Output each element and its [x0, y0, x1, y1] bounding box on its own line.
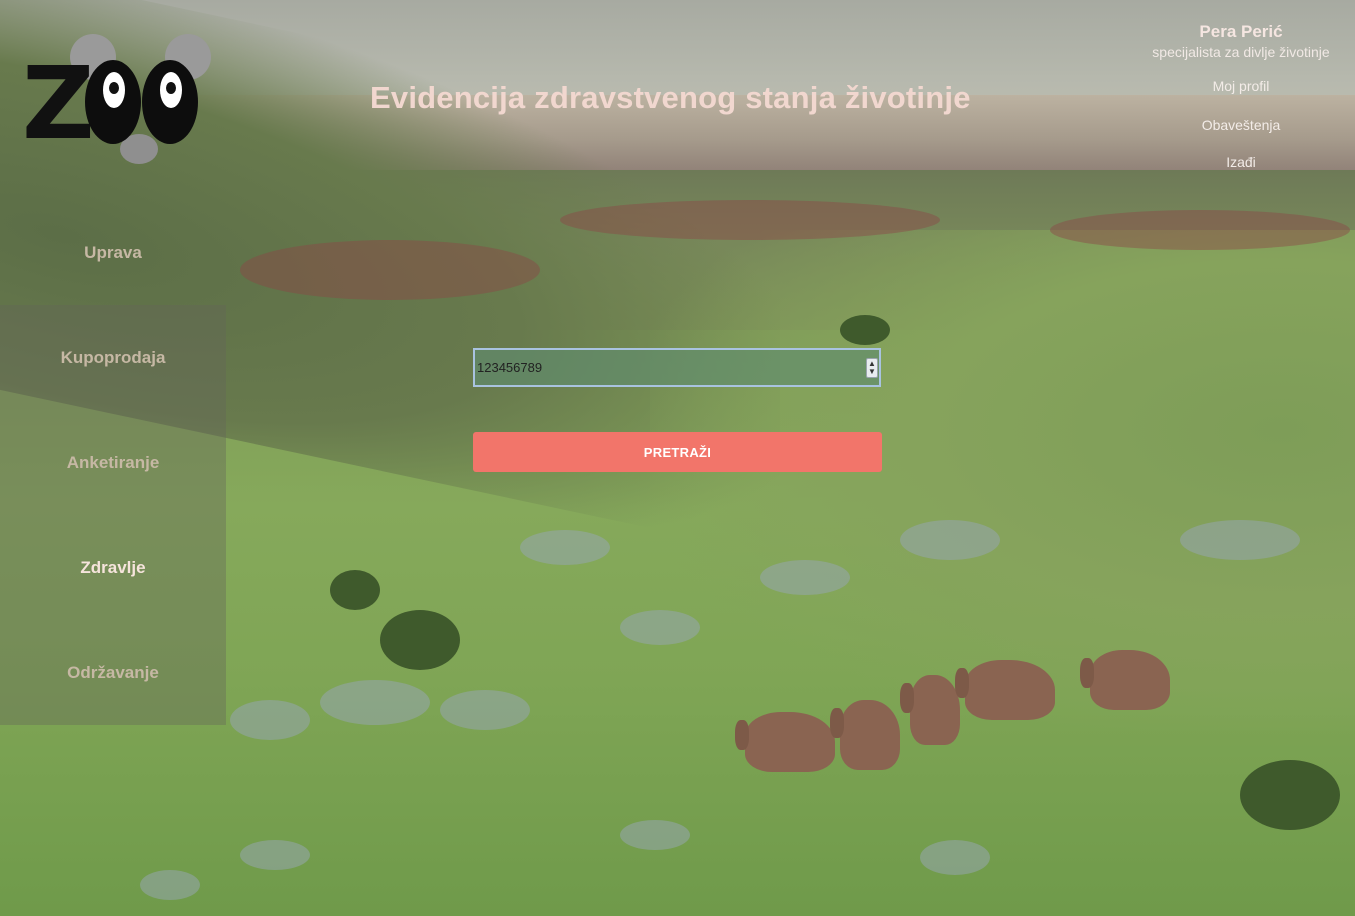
- zoo-logo[interactable]: Z: [22, 34, 222, 166]
- user-panel: Pera Perić specijalista za divlje životi…: [1130, 22, 1352, 170]
- sidebar-item-anketiranje[interactable]: Anketiranje: [0, 410, 226, 515]
- number-spinner-icon[interactable]: ▲ ▼: [866, 358, 878, 378]
- sidebar-item-odrzavanje[interactable]: Održavanje: [0, 620, 226, 725]
- logo-right-o: [142, 60, 198, 144]
- page-title: Evidencija zdravstvenog stanja životinje: [370, 80, 971, 115]
- user-name: Pera Perić: [1199, 22, 1283, 41]
- sidebar-item-uprava[interactable]: Uprava: [0, 200, 226, 305]
- user-role: specijalista za divlje životinje: [1152, 44, 1330, 60]
- sidebar-item-kupoprodaja[interactable]: Kupoprodaja: [0, 305, 226, 410]
- logo-left-o: [85, 60, 141, 144]
- search-button[interactable]: PRETRAŽI: [473, 432, 882, 472]
- sidebar-item-zdravlje[interactable]: Zdravlje: [0, 515, 226, 620]
- logout-link[interactable]: Izađi: [1130, 154, 1352, 170]
- my-profile-link[interactable]: Moj profil: [1130, 78, 1352, 94]
- sidebar-nav: Uprava Kupoprodaja Anketiranje Zdravlje …: [0, 200, 226, 726]
- spinner-down-icon[interactable]: ▼: [868, 368, 876, 376]
- animal-id-input[interactable]: [473, 348, 881, 387]
- logo-letter-z: Z: [22, 45, 95, 162]
- notifications-link[interactable]: Obaveštenja: [1130, 117, 1352, 133]
